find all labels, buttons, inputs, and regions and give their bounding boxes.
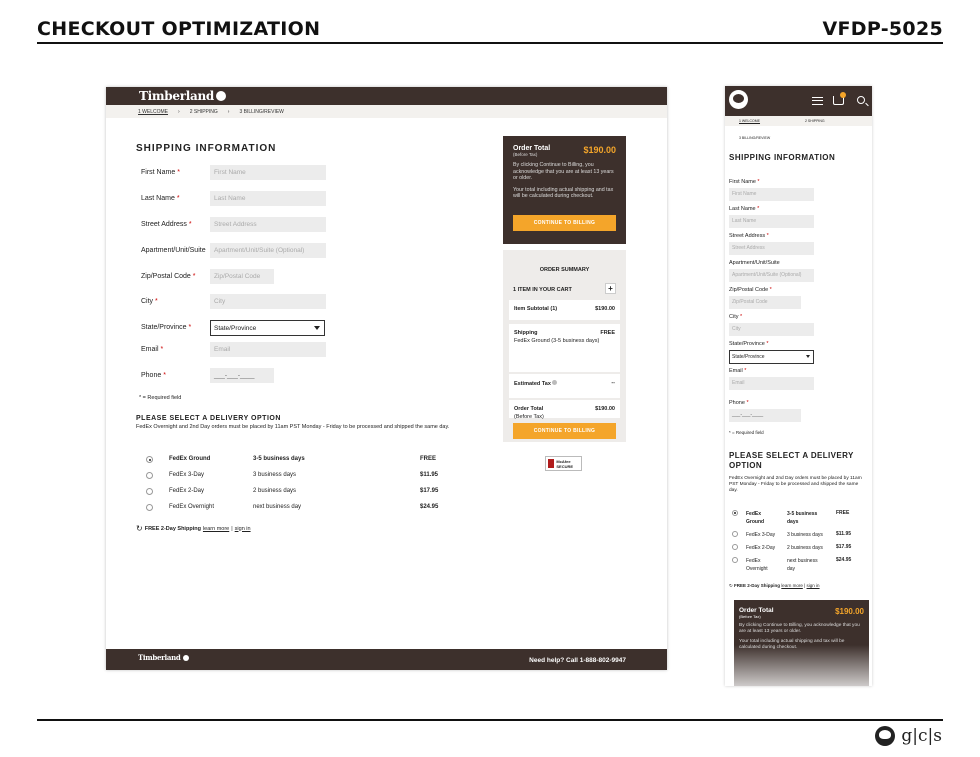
field-label: Street Address * [141, 221, 192, 228]
field-label: City * [141, 298, 158, 305]
delivery-option[interactable]: FedEx 3-Day 3 business days $11.95 [146, 472, 446, 480]
cart-badge [840, 92, 846, 98]
page-title: CHECKOUT OPTIMIZATION [37, 18, 321, 40]
continue-to-billing-button-2[interactable]: CONTINUE TO BILLING [513, 423, 616, 439]
mobile-city-input[interactable]: City [729, 323, 814, 336]
search-icon[interactable] [857, 96, 865, 104]
page-header: CHECKOUT OPTIMIZATION VFDP-5025 [37, 14, 943, 44]
delivery-option[interactable]: FedEx Overnight next business day $24.95 [146, 504, 446, 512]
shipping-row: Shipping FREE FedEx Ground (3-5 business d… [509, 324, 620, 372]
mobile-first-name-input[interactable]: First Name [729, 188, 814, 201]
mobile-email-input[interactable]: Email [729, 377, 814, 390]
street-address-input[interactable]: Street Address [210, 217, 326, 232]
delivery-option[interactable]: FedEx Ground 3-5 business days FREE [146, 456, 446, 464]
checkout-steps: 1 WELCOME › 2 SHIPPING › 3 BILLING/REVIEW [106, 105, 667, 118]
footer-logo[interactable]: Timberland [138, 653, 189, 662]
mobile-mockup: 1 WELCOME 2 SHIPPING 3 BILLING/REVIEW SH… [725, 86, 872, 686]
free-shipping-promo: ↻ FREE 2-Day Shipping learn more | sign … [136, 524, 251, 533]
step-welcome[interactable]: 1 WELCOME [138, 109, 168, 115]
field-label: Zip/Postal Code * [141, 273, 196, 280]
age-ack: By clicking Continue to Billing, you ack… [513, 162, 614, 181]
state-select[interactable]: State/Province [210, 320, 325, 336]
last-name-input[interactable]: Last Name [210, 191, 326, 206]
field-label: First Name * [141, 169, 180, 176]
help-phone: Need help? Call 1-888-802-9947 [529, 657, 626, 664]
order-total-box: Order Total $190.00 (Before Tax) By clic… [503, 136, 626, 244]
hamburger-menu-icon[interactable] [812, 97, 823, 105]
mobile-apartment-input[interactable]: Apartment/Unit/Suite (Optional) [729, 269, 814, 282]
gcs-logo: g|c|s [875, 726, 942, 746]
info-icon [552, 380, 558, 385]
tax-row: Estimated Tax -- [509, 374, 620, 398]
learn-more-link[interactable]: learn more [203, 526, 229, 532]
refresh-icon: ↻ [136, 524, 143, 533]
mobile-delivery-title: PLEASE SELECT A DELIVERY OPTION [729, 451, 854, 470]
apartment-input[interactable]: Apartment/Unit/Suite (Optional) [210, 243, 326, 258]
section-title: SHIPPING INFORMATION [136, 143, 277, 154]
expand-cart-button[interactable]: + [605, 283, 616, 294]
order-summary: ORDER SUMMARY 1 ITEM IN YOUR CART + Item… [503, 250, 626, 442]
mobile-delivery-option[interactable]: FedEx Overnight next business day $24.95 [732, 557, 867, 577]
project-code: VFDP-5025 [822, 18, 943, 40]
mobile-steps: 1 WELCOME 2 SHIPPING [725, 116, 872, 126]
field-label: State/Province * [141, 324, 192, 331]
shield-icon [548, 459, 555, 468]
footer-rule [37, 719, 943, 721]
radio[interactable] [146, 472, 153, 479]
desktop-mockup: Timberland 1 WELCOME › 2 SHIPPING › 3 BILL… [106, 87, 667, 670]
mobile-phone-input[interactable]: ___-___-____ [729, 409, 801, 422]
field-label: Apartment/Unit/Suite [141, 247, 206, 254]
radio-selected[interactable] [146, 456, 153, 463]
mobile-last-name-input[interactable]: Last Name [729, 215, 814, 228]
step-shipping: 2 SHIPPING [189, 108, 218, 115]
tree-icon [182, 655, 189, 661]
tree-icon [875, 726, 896, 746]
zip-input[interactable]: Zip/Postal Code [210, 269, 274, 284]
total-row: Order Total $190.00 (Before Tax) [509, 400, 620, 420]
delivery-title: PLEASE SELECT A DELIVERY OPTION [136, 415, 281, 422]
mcafee-badge: McAfee SECURE [545, 456, 582, 471]
first-name-input[interactable]: First Name [210, 165, 326, 180]
delivery-option[interactable]: FedEx 2-Day 2 business days $17.95 [146, 488, 446, 496]
step-billing: 3 BILLING/REVIEW [239, 108, 284, 115]
mobile-delivery-option[interactable]: FedEx Ground 3-5 business days FREE [732, 510, 867, 530]
mobile-zip-input[interactable]: Zip/Postal Code [729, 296, 801, 309]
tree-logo-icon[interactable] [729, 90, 748, 109]
email-input[interactable]: Email [210, 342, 326, 357]
mobile-section-title: SHIPPING INFORMATION [729, 153, 836, 162]
mobile-free-shipping: ↻ FREE 2-Day Shipping learn more | sign … [729, 583, 820, 588]
sign-in-link[interactable]: sign in [235, 526, 251, 532]
city-input[interactable]: City [210, 294, 326, 309]
tree-icon [215, 91, 226, 101]
total-note: Your total including actual shipping and… [513, 186, 614, 200]
mobile-state-select[interactable]: State/Province [729, 350, 814, 364]
field-label: Email * [141, 346, 164, 353]
mobile-header [725, 86, 872, 116]
field-label: Phone * [141, 372, 166, 379]
delivery-text: FedEx Overnight and 2nd Day orders must … [136, 424, 450, 430]
radio[interactable] [146, 488, 153, 495]
timberland-logo[interactable]: Timberland [139, 89, 226, 103]
continue-to-billing-button[interactable]: CONTINUE TO BILLING [513, 215, 616, 231]
subtotal-row: Item Subtotal (1) $190.00 [509, 300, 620, 320]
site-footer: Timberland Need help? Call 1-888-802-994… [106, 649, 667, 670]
order-total-price: $190.00 [583, 145, 616, 155]
radio[interactable] [146, 504, 153, 511]
phone-input[interactable]: ___-___-____ [210, 368, 274, 383]
mobile-street-input[interactable]: Street Address [729, 242, 814, 255]
site-header: Timberland [106, 87, 667, 105]
mobile-order-total: Order Total $190.00 (Before Tax) By clic… [734, 600, 869, 686]
field-label: Last Name * [141, 195, 180, 202]
required-note: * = Required field [139, 395, 182, 401]
